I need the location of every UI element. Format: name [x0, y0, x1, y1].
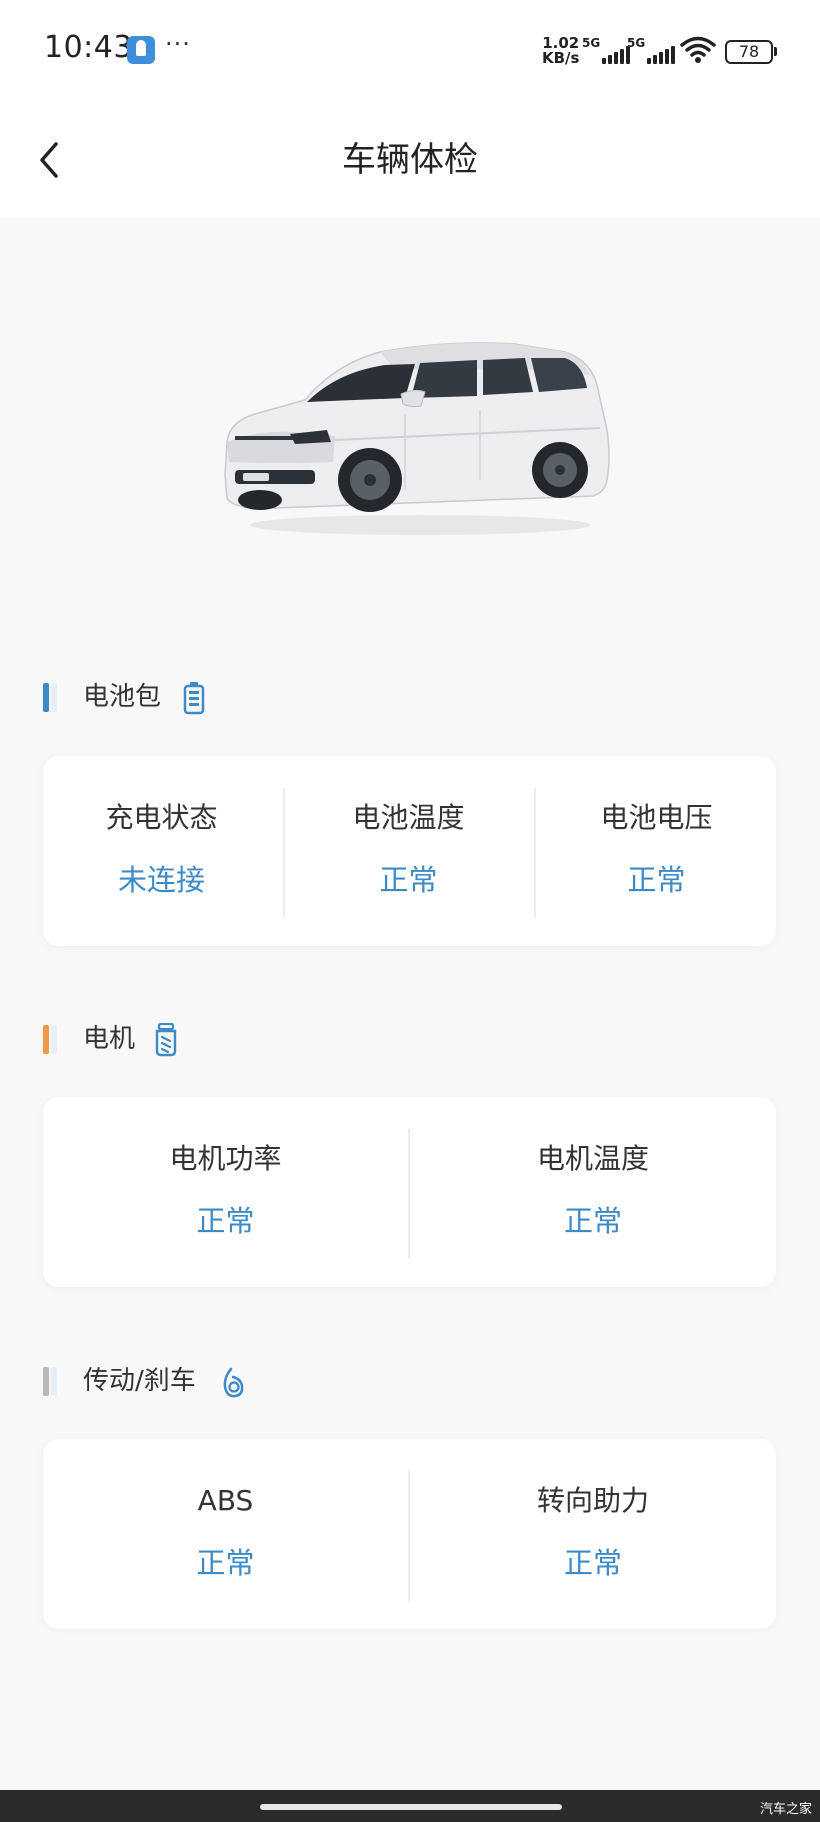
- status-cell-motor-power[interactable]: 电机功率 正常: [43, 1097, 408, 1287]
- drive-status-card: ABS 正常 转向助力 正常: [43, 1439, 776, 1629]
- status-label: 电池电压: [600, 801, 713, 834]
- status-label: 转向助力: [536, 1484, 649, 1517]
- status-label: ABS: [197, 1484, 254, 1517]
- page-title: 车辆体检: [342, 140, 478, 180]
- section-accent-bar-light: [51, 1025, 57, 1054]
- section-accent-bar: [43, 683, 49, 712]
- status-value: 正常: [563, 1546, 622, 1580]
- battery-status-card: 充电状态 未连接 电池温度 正常 电池电压 正常: [43, 756, 776, 946]
- network-speed: 1.02 KB/s: [542, 36, 579, 66]
- section-title: 电机: [83, 1024, 136, 1054]
- system-navigation-bar: 汽车之家: [0, 1790, 820, 1822]
- divider: [534, 788, 536, 918]
- divider: [283, 788, 285, 918]
- section-title: 电池包: [83, 682, 162, 712]
- car-image: [224, 342, 610, 535]
- brake-icon: [223, 1367, 244, 1398]
- wifi-icon: [680, 36, 716, 63]
- battery-indicator: 78: [725, 40, 773, 64]
- watermark: 汽车之家: [759, 1802, 812, 1817]
- signal-type-label: 5G: [627, 36, 646, 50]
- app-notification-icon: [127, 36, 155, 64]
- status-value: 未连接: [117, 863, 205, 897]
- status-value: 正常: [627, 863, 686, 897]
- status-label: 电机功率: [169, 1142, 282, 1175]
- signal-type-label: 5G: [582, 36, 601, 50]
- home-indicator[interactable]: [260, 1804, 562, 1810]
- status-label: 电池温度: [352, 801, 465, 834]
- status-cell-abs[interactable]: ABS 正常: [43, 1439, 408, 1629]
- status-label: 电机温度: [536, 1142, 649, 1175]
- more-notifications-icon: ···: [165, 30, 191, 58]
- status-value: 正常: [563, 1204, 622, 1238]
- status-value: 正常: [379, 863, 438, 897]
- battery-nub: [774, 47, 777, 56]
- status-value: 正常: [196, 1204, 255, 1238]
- status-cell-battery-voltage[interactable]: 电池电压 正常: [537, 756, 776, 946]
- motor-icon: [155, 1023, 177, 1057]
- status-cell-motor-temp[interactable]: 电机温度 正常: [410, 1097, 776, 1287]
- section-accent-bar: [43, 1025, 49, 1054]
- network-speed-unit: KB/s: [542, 49, 580, 67]
- battery-icon: [183, 682, 205, 715]
- status-cell-steering-assist[interactable]: 转向助力 正常: [410, 1439, 776, 1629]
- motor-status-card: 电机功率 正常 电机温度 正常: [43, 1097, 776, 1287]
- status-cell-battery-temp[interactable]: 电池温度 正常: [286, 756, 531, 946]
- section-title: 传动/刹车: [83, 1366, 196, 1396]
- section-accent-bar-light: [51, 683, 57, 712]
- status-label: 充电状态: [105, 801, 218, 834]
- section-accent-bar-light: [51, 1367, 57, 1396]
- section-accent-bar: [43, 1367, 49, 1396]
- status-time: 10:43: [44, 30, 133, 65]
- status-cell-charging[interactable]: 充电状态 未连接: [43, 756, 280, 946]
- status-value: 正常: [196, 1546, 255, 1580]
